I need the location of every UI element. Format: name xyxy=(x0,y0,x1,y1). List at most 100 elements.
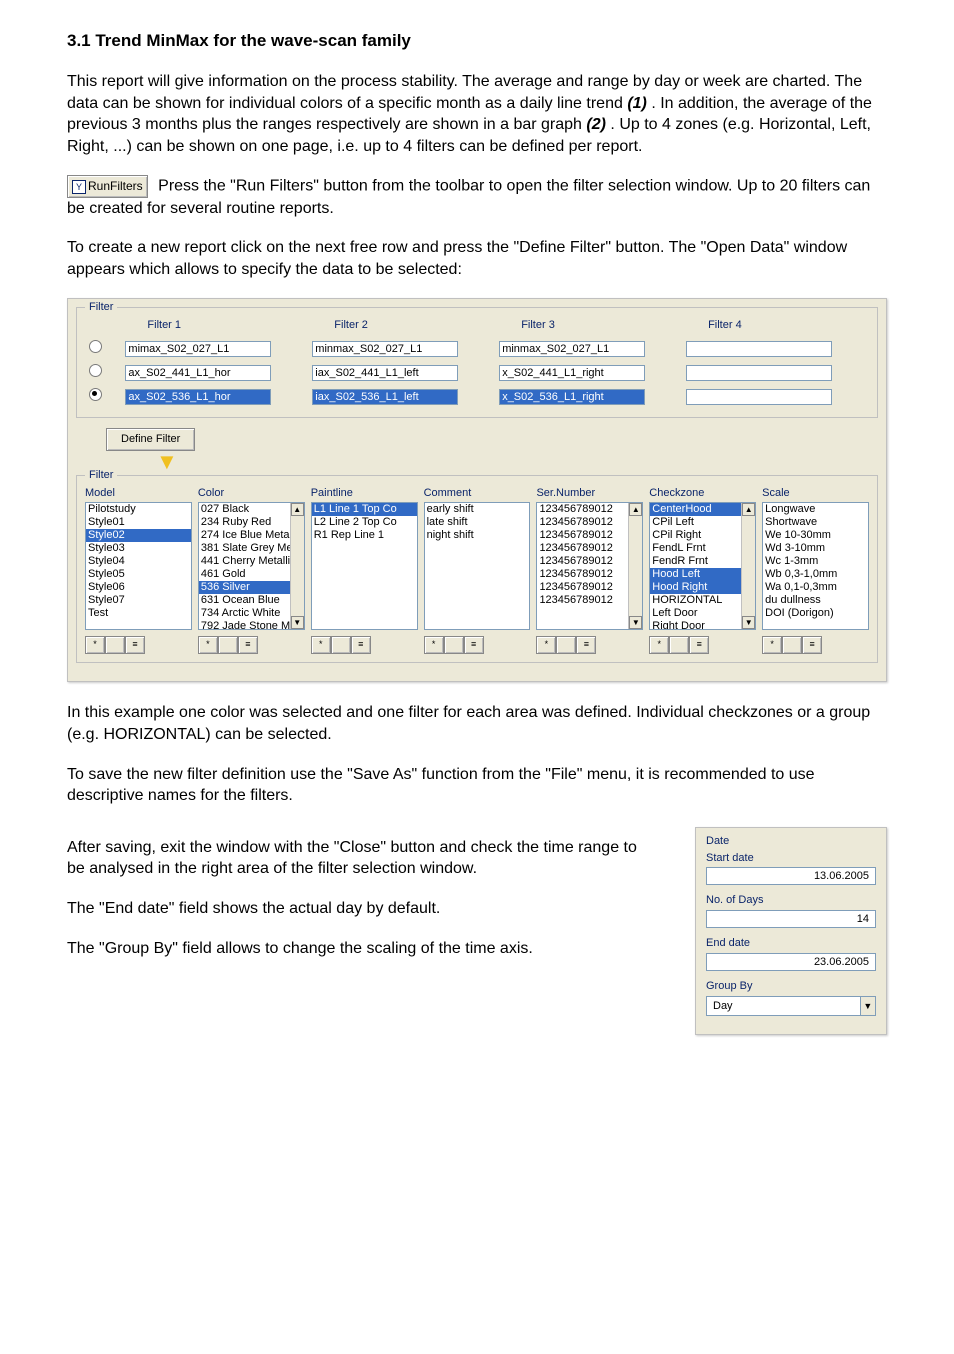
wildcard-icon[interactable]: * xyxy=(85,636,105,654)
list-item[interactable]: CPil Left xyxy=(650,516,742,529)
list-item[interactable]: R1 Rep Line 1 xyxy=(312,529,417,542)
list-icon[interactable]: ≡ xyxy=(576,636,596,654)
scroll-up-icon[interactable]: ▲ xyxy=(629,503,642,516)
filter-cell[interactable] xyxy=(686,341,832,357)
list-item[interactable]: Wb 0,3-1,0mm xyxy=(763,568,868,581)
list-item[interactable]: Wd 3-10mm xyxy=(763,542,868,555)
list-item[interactable]: 461 Gold xyxy=(199,568,291,581)
list-icon[interactable]: ≡ xyxy=(464,636,484,654)
list-item[interactable]: Style07 xyxy=(86,594,191,607)
list-item[interactable]: Style06 xyxy=(86,581,191,594)
list-item[interactable]: 734 Arctic White xyxy=(199,607,291,620)
scrollbar[interactable]: ▲▼ xyxy=(741,503,755,629)
list-item[interactable]: Longwave xyxy=(763,503,868,516)
list-icon[interactable]: ≡ xyxy=(351,636,371,654)
filter-cell[interactable] xyxy=(499,365,645,381)
list-item[interactable]: L1 Line 1 Top Co xyxy=(312,503,417,516)
wildcard-icon[interactable]: * xyxy=(536,636,556,654)
list-item[interactable]: Style03 xyxy=(86,542,191,555)
list-item[interactable]: 123456789012 xyxy=(537,516,629,529)
square-icon[interactable] xyxy=(218,636,238,654)
filter-row-radio[interactable] xyxy=(89,340,102,353)
list-icon[interactable]: ≡ xyxy=(238,636,258,654)
filter-cell[interactable] xyxy=(686,389,832,405)
list-item[interactable]: 123456789012 xyxy=(537,542,629,555)
list-item[interactable]: late shift xyxy=(425,516,530,529)
list-item[interactable]: Test xyxy=(86,607,191,620)
list-item[interactable]: CPil Right xyxy=(650,529,742,542)
end-date-input[interactable] xyxy=(706,953,876,971)
square-icon[interactable] xyxy=(444,636,464,654)
scroll-down-icon[interactable]: ▼ xyxy=(742,616,755,629)
filter-row-radio[interactable] xyxy=(89,388,102,401)
scroll-up-icon[interactable]: ▲ xyxy=(291,503,304,516)
list-item[interactable]: Wc 1-3mm xyxy=(763,555,868,568)
listbox-checkzone[interactable]: CenterHoodCPil LeftCPil RightFendL FrntF… xyxy=(649,502,756,630)
square-icon[interactable] xyxy=(331,636,351,654)
square-icon[interactable] xyxy=(105,636,125,654)
list-item[interactable]: 631 Ocean Blue xyxy=(199,594,291,607)
list-item[interactable]: Left Door xyxy=(650,607,742,620)
wildcard-icon[interactable]: * xyxy=(649,636,669,654)
list-item[interactable]: CenterHood xyxy=(650,503,742,516)
listbox-model[interactable]: PilotstudyStyle01Style02Style03Style04St… xyxy=(85,502,192,630)
list-item[interactable]: Style04 xyxy=(86,555,191,568)
list-item[interactable]: Right Door xyxy=(650,620,742,630)
list-item[interactable]: FendL Frnt xyxy=(650,542,742,555)
list-item[interactable]: early shift xyxy=(425,503,530,516)
filter-cell[interactable] xyxy=(125,389,271,405)
scroll-down-icon[interactable]: ▼ xyxy=(629,616,642,629)
list-item[interactable]: 274 Ice Blue Metallic xyxy=(199,529,291,542)
list-item[interactable]: Style01 xyxy=(86,516,191,529)
scrollbar[interactable]: ▲▼ xyxy=(290,503,304,629)
list-item[interactable]: 123456789012 xyxy=(537,594,629,607)
list-item[interactable]: 123456789012 xyxy=(537,555,629,568)
list-item[interactable]: 123456789012 xyxy=(537,581,629,594)
wildcard-icon[interactable]: * xyxy=(424,636,444,654)
no-of-days-input[interactable] xyxy=(706,910,876,928)
filter-row-radio[interactable] xyxy=(89,364,102,377)
list-item[interactable]: FendR Frnt xyxy=(650,555,742,568)
list-item[interactable]: 123456789012 xyxy=(537,529,629,542)
list-item[interactable]: 381 Slate Grey Metallic xyxy=(199,542,291,555)
list-item[interactable]: 792 Jade Stone Metallic xyxy=(199,620,291,630)
list-item[interactable]: L2 Line 2 Top Co xyxy=(312,516,417,529)
group-by-select[interactable] xyxy=(706,996,861,1016)
list-item[interactable]: DOI (Dorigon) xyxy=(763,607,868,620)
list-item[interactable]: Pilotstudy xyxy=(86,503,191,516)
wildcard-icon[interactable]: * xyxy=(311,636,331,654)
square-icon[interactable] xyxy=(556,636,576,654)
filter-cell[interactable] xyxy=(499,389,645,405)
filter-cell[interactable] xyxy=(312,389,458,405)
chevron-down-icon[interactable]: ▼ xyxy=(861,996,876,1016)
list-item[interactable]: Style02 xyxy=(86,529,191,542)
wildcard-icon[interactable]: * xyxy=(198,636,218,654)
filter-cell[interactable] xyxy=(312,365,458,381)
filter-cell[interactable] xyxy=(499,341,645,357)
runfilters-button[interactable]: YRunFilters xyxy=(67,175,148,197)
filter-cell[interactable] xyxy=(125,365,271,381)
scroll-up-icon[interactable]: ▲ xyxy=(742,503,755,516)
list-item[interactable]: Wa 0,1-0,3mm xyxy=(763,581,868,594)
list-item[interactable]: du dullness xyxy=(763,594,868,607)
list-item[interactable]: 536 Silver xyxy=(199,581,291,594)
list-icon[interactable]: ≡ xyxy=(125,636,145,654)
square-icon[interactable] xyxy=(782,636,802,654)
list-icon[interactable]: ≡ xyxy=(689,636,709,654)
filter-cell[interactable] xyxy=(312,341,458,357)
list-item[interactable]: 123456789012 xyxy=(537,568,629,581)
filter-cell[interactable] xyxy=(686,365,832,381)
list-item[interactable]: We 10-30mm xyxy=(763,529,868,542)
start-date-input[interactable] xyxy=(706,867,876,885)
filter-cell[interactable] xyxy=(125,341,271,357)
listbox-scale[interactable]: LongwaveShortwaveWe 10-30mmWd 3-10mmWc 1… xyxy=(762,502,869,630)
define-filter-button[interactable]: Define Filter xyxy=(106,428,195,451)
list-item[interactable]: 441 Cherry Metallic xyxy=(199,555,291,568)
list-item[interactable]: Style05 xyxy=(86,568,191,581)
list-item[interactable]: night shift xyxy=(425,529,530,542)
listbox-paintline[interactable]: L1 Line 1 Top CoL2 Line 2 Top CoR1 Rep L… xyxy=(311,502,418,630)
list-item[interactable]: 123456789012 xyxy=(537,503,629,516)
list-item[interactable]: Hood Right xyxy=(650,581,742,594)
list-item[interactable]: HORIZONTAL xyxy=(650,594,742,607)
list-item[interactable]: Hood Left xyxy=(650,568,742,581)
